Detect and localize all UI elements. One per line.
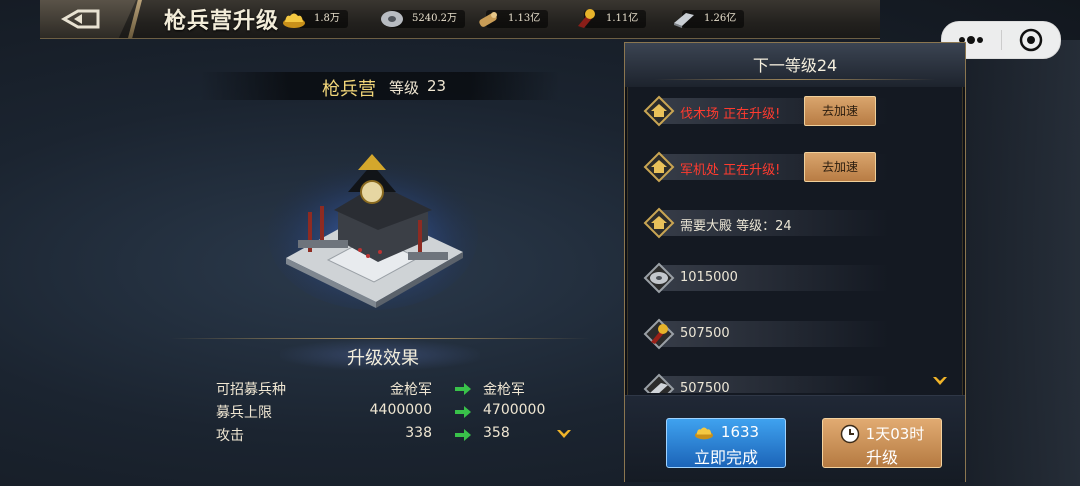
- requirement-item: 需要大殿 等级：24: [641, 205, 901, 241]
- upgrade-time: 1天03时: [823, 423, 941, 444]
- spearman-camp-image: [268, 154, 478, 310]
- building-level-value: 23: [427, 77, 447, 95]
- effect-label: 可招募兵种: [216, 382, 286, 398]
- resource-wood: 1.13亿: [476, 9, 549, 29]
- building-name-bar: [200, 72, 560, 100]
- effect-current: 4400000: [369, 402, 432, 418]
- requirement-text: 1015000: [680, 270, 738, 285]
- speed-up-button[interactable]: 去加速: [804, 152, 876, 182]
- background-ruins: [960, 40, 1080, 486]
- clock-icon: [840, 424, 859, 443]
- effect-title: 升级效果: [347, 348, 419, 369]
- requirement-text: 伐木场 正在升级!: [680, 107, 781, 122]
- instant-complete-label: 立即完成: [693, 448, 758, 467]
- effect-row: 攻击 338 358: [170, 425, 590, 447]
- silver-coin-icon: [643, 262, 675, 294]
- effect-current: 金枪军: [390, 382, 432, 398]
- building-icon: [643, 95, 675, 127]
- gold-ingot-icon: [283, 13, 305, 28]
- gold-ingot-icon: [694, 427, 713, 440]
- green-arrow-icon: [455, 406, 471, 418]
- resource-gold: 1.8万: [282, 9, 348, 29]
- close-miniprogram-button[interactable]: [1002, 22, 1061, 58]
- effect-next: 4700000: [483, 402, 546, 418]
- effect-current: 338: [405, 425, 432, 441]
- resource-silver: 5240.2万: [380, 9, 465, 29]
- iron-ingot-icon: [643, 373, 675, 393]
- panel-actions: 1633 立即完成 1天03时 升级: [625, 395, 965, 482]
- iron-ingot-icon: [674, 13, 694, 28]
- scroll-down-chevron-icon[interactable]: [932, 375, 948, 387]
- building-level-label: 等级: [389, 79, 420, 97]
- requirement-item: 507500: [641, 316, 901, 352]
- building-name: 枪兵营: [322, 79, 376, 100]
- instant-complete-button[interactable]: 1633 立即完成: [666, 418, 786, 468]
- requirement-item: 507500: [641, 371, 901, 393]
- upgrade-time-value: 1天03时: [865, 425, 925, 443]
- effect-row: 募兵上限 4400000 4700000: [170, 402, 590, 424]
- food-bundle-icon: [643, 318, 675, 350]
- building-icon: [643, 151, 675, 183]
- effect-next: 金枪军: [483, 382, 525, 398]
- requirement-item: 1015000: [641, 260, 901, 296]
- green-arrow-icon: [455, 429, 471, 441]
- page-title: 枪兵营升级: [164, 9, 280, 34]
- speed-up-button[interactable]: 去加速: [804, 96, 876, 126]
- wood-log-icon: [479, 12, 497, 27]
- requirement-text: 507500: [680, 326, 730, 341]
- silver-coin-icon: [381, 11, 403, 27]
- panel-title: 下一等级24: [752, 56, 838, 75]
- next-level-panel: 下一等级24 伐木场 正在升级! 去加速 军机处 正在升级! 去加速 需要大殿 …: [624, 42, 966, 482]
- upgrade-button[interactable]: 1天03时 升级: [822, 418, 942, 468]
- effect-next: 358: [483, 425, 510, 441]
- upgrade-label: 升级: [865, 448, 898, 467]
- back-arrow-icon: [60, 9, 100, 29]
- building-icon: [643, 207, 675, 239]
- requirement-text: 军机处 正在升级!: [680, 163, 781, 178]
- green-arrow-icon: [455, 383, 471, 395]
- effect-row: 可招募兵种 金枪军 金枪军: [170, 379, 590, 401]
- resource-food: 1.11亿: [574, 9, 647, 29]
- food-bundle-icon: [578, 9, 595, 28]
- target-circle-icon: [1019, 28, 1042, 52]
- requirement-text: 507500: [680, 381, 730, 393]
- resource-iron: 1.26亿: [672, 9, 745, 29]
- requirement-text: 需要大殿 等级：24: [680, 219, 792, 234]
- effect-label: 攻击: [216, 428, 244, 444]
- panel-header-divider: [655, 79, 935, 80]
- instant-cost-value: 1633: [720, 423, 760, 441]
- instant-cost: 1633: [667, 423, 785, 441]
- effect-label: 募兵上限: [216, 405, 272, 421]
- effect-divider: [170, 338, 590, 339]
- scroll-down-chevron-icon[interactable]: [556, 428, 572, 440]
